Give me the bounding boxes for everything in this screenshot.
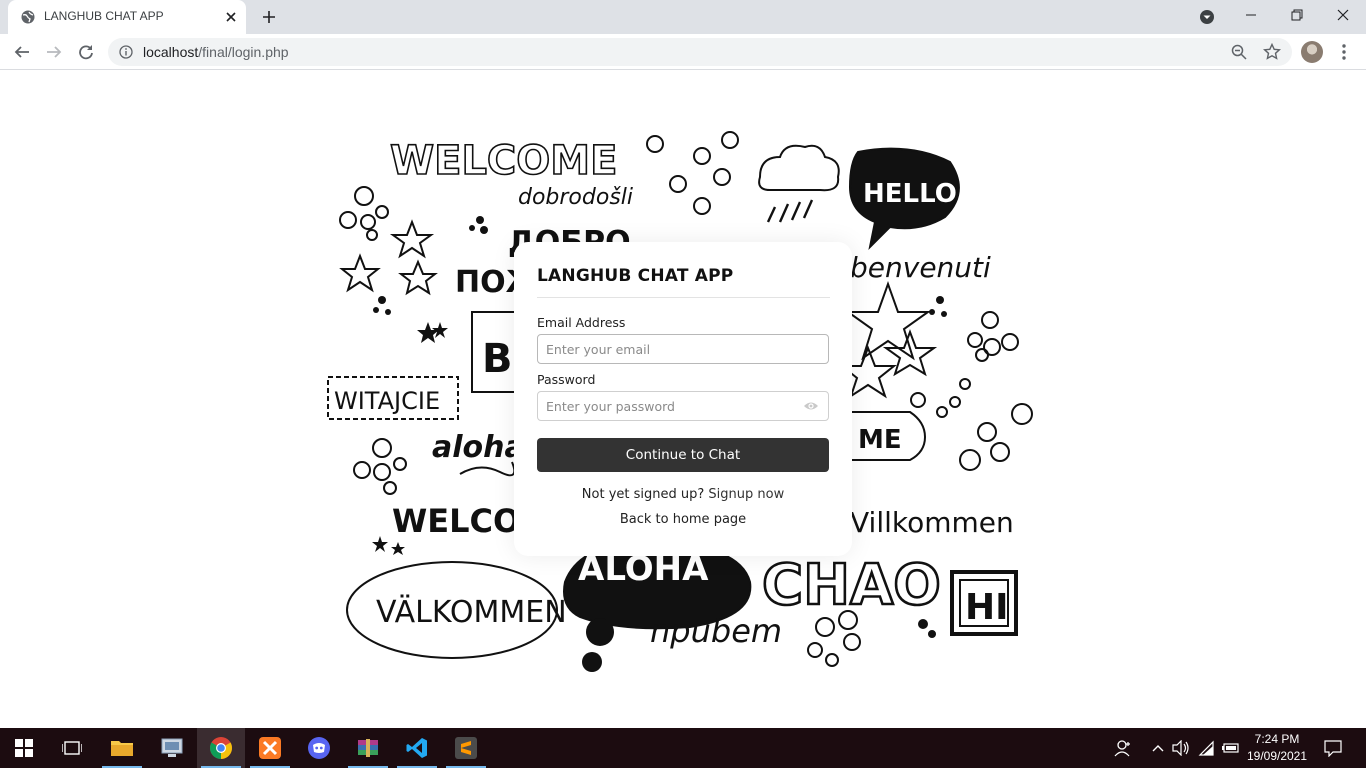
battery-icon	[1222, 743, 1239, 753]
clock-time: 7:24 PM	[1254, 732, 1300, 746]
doodle-benvenuti: benvenuti	[850, 251, 991, 284]
clock-date: 19/09/2021	[1246, 749, 1308, 763]
signup-prompt-line: Not yet signed up? Signup now	[514, 487, 852, 502]
start-button[interactable]	[0, 728, 48, 768]
windows-taskbar: 7:24 PM 19/09/2021	[0, 728, 1366, 768]
show-hidden-icons-button[interactable]	[1148, 728, 1168, 768]
new-tab-icon[interactable]	[259, 7, 279, 27]
email-label: Email Address	[537, 315, 626, 330]
browser-toolbar: localhost/final/login.php	[0, 34, 1366, 70]
email-field[interactable]	[537, 334, 829, 364]
remote-desktop-button[interactable]	[148, 728, 196, 768]
folder-icon	[111, 741, 133, 756]
globe-icon	[21, 10, 35, 24]
continue-to-chat-button[interactable]: Continue to Chat	[537, 438, 829, 472]
notification-speech-icon	[1324, 740, 1342, 757]
minimize-icon	[1246, 14, 1256, 16]
people-icon	[1114, 740, 1130, 757]
signup-link[interactable]: Signup now	[708, 487, 784, 502]
show-password-eye-icon[interactable]	[803, 400, 819, 412]
doodle-welcome-top: WELCOME	[390, 138, 617, 184]
card-title: LANGHUB CHAT APP	[537, 266, 734, 286]
close-icon	[1337, 9, 1349, 21]
doodle-hi: HI	[965, 587, 1009, 628]
restore-icon	[1291, 9, 1303, 21]
arrow-right-icon	[47, 46, 62, 58]
forward-button[interactable]	[42, 40, 66, 64]
task-view-button[interactable]	[48, 728, 96, 768]
network-button[interactable]	[1196, 728, 1218, 768]
monitor-app-icon	[161, 738, 183, 757]
doodle-witajcie: WITAJCIE	[334, 387, 440, 415]
url-path: /final/login.php	[198, 44, 289, 60]
title-divider	[537, 297, 830, 298]
back-button[interactable]	[10, 40, 34, 64]
speaker-icon	[1172, 740, 1189, 756]
doodle-chao: CHAO	[762, 553, 941, 618]
notifications-button[interactable]	[1320, 728, 1346, 768]
info-icon[interactable]	[119, 45, 133, 59]
sublime-button[interactable]	[442, 728, 490, 768]
reload-button[interactable]	[74, 40, 98, 64]
chrome-icon	[210, 737, 232, 759]
winrar-button[interactable]	[344, 728, 392, 768]
sublime-text-icon	[455, 737, 477, 759]
doodle-privet: npubem	[650, 612, 782, 650]
password-label: Password	[537, 372, 596, 387]
xampp-icon	[259, 737, 281, 759]
archive-books-icon	[358, 739, 378, 757]
tab-title: LANGHUB CHAT APP	[44, 9, 164, 23]
zoom-out-icon[interactable]	[1231, 44, 1247, 60]
bookmark-star-icon[interactable]	[1263, 43, 1281, 61]
address-bar[interactable]: localhost/final/login.php	[108, 38, 1292, 66]
back-to-home-link[interactable]: Back to home page	[514, 512, 852, 527]
people-button[interactable]	[1110, 728, 1136, 768]
doodle-valkommen: VÄLKOMMEN	[376, 594, 567, 630]
battery-button[interactable]	[1220, 728, 1242, 768]
discord-icon	[308, 737, 330, 759]
close-tab-icon[interactable]	[222, 8, 240, 26]
login-page: WELCOME dobrodošli HELLO ДОБРО ПОЖ benve…	[0, 70, 1366, 728]
doodle-aloha-small: aloha	[432, 430, 525, 465]
url-host: localhost	[143, 44, 199, 60]
tab-search-icon[interactable]	[1197, 7, 1217, 27]
xampp-button[interactable]	[246, 728, 294, 768]
discord-button[interactable]	[295, 728, 343, 768]
wifi-icon	[1198, 740, 1214, 756]
doodle-me: ME	[858, 425, 902, 455]
tab-strip: LANGHUB CHAT APP	[0, 0, 1366, 34]
password-field[interactable]	[537, 391, 829, 421]
doodle-dobrodosli: dobrodošli	[518, 185, 633, 210]
login-card: LANGHUB CHAT APP Email Address Password …	[514, 242, 852, 556]
minimize-button[interactable]	[1228, 0, 1274, 30]
arrow-left-icon	[14, 46, 29, 58]
doodle-hello: HELLO	[863, 179, 957, 209]
volume-button[interactable]	[1170, 728, 1192, 768]
reload-icon	[79, 45, 93, 60]
vscode-button[interactable]	[393, 728, 441, 768]
browser-tab[interactable]: LANGHUB CHAT APP	[8, 0, 246, 34]
profile-avatar[interactable]	[1301, 41, 1323, 63]
system-clock[interactable]: 7:24 PM 19/09/2021	[1244, 731, 1310, 765]
task-view-icon	[62, 741, 82, 755]
chrome-button[interactable]	[197, 728, 245, 768]
back-to-home-text: Back to home page	[619, 512, 747, 527]
vscode-icon	[406, 738, 427, 758]
doodle-villkommen: Villkommen	[850, 506, 1014, 539]
close-window-button[interactable]	[1320, 0, 1366, 30]
signup-prompt-text: Not yet signed up?	[581, 487, 705, 502]
file-explorer-button[interactable]	[98, 728, 146, 768]
windows-logo-icon	[15, 739, 33, 757]
chevron-up-icon	[1152, 745, 1164, 752]
restore-button[interactable]	[1274, 0, 1320, 30]
url-text[interactable]: localhost/final/login.php	[143, 44, 289, 60]
more-menu-icon[interactable]	[1336, 41, 1352, 63]
